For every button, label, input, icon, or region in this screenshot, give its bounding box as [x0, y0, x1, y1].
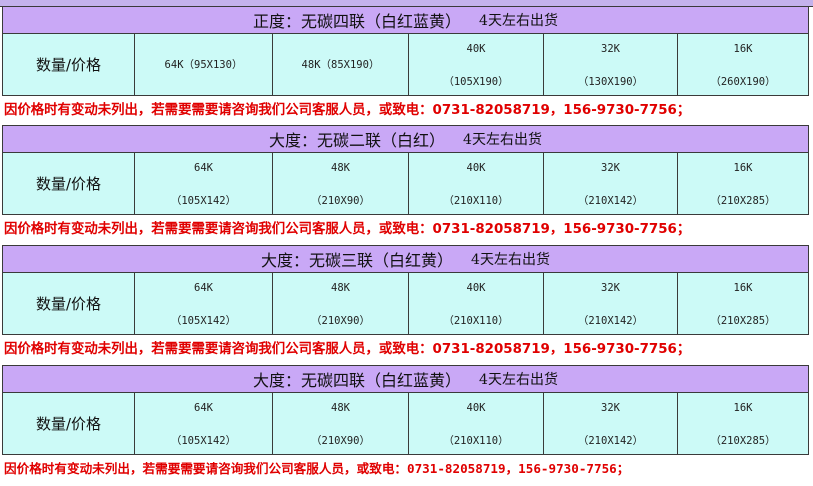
size-dimensions: （105X190）	[443, 76, 509, 88]
price-note: 因价格时有变动未列出，若需要需要请咨询我们公司客服人员，或致电：0731-820…	[4, 222, 691, 237]
size-dimensions: （210X90）	[311, 315, 370, 327]
size-dimensions: （210X285）	[710, 315, 776, 327]
price-note: 因价格时有变动未列出，若需要需要请咨询我们公司客服人员，或致电：0731-820…	[4, 460, 630, 476]
size-dimensions: （130X190）	[577, 76, 644, 88]
size-cell-40k: 40K （105X190）	[409, 34, 544, 96]
shipping-time: 4天左右出货	[471, 252, 550, 268]
size-dimensions: （105X142）	[170, 435, 237, 447]
size-cell-64k: 64K（95X130）	[135, 34, 273, 96]
size-cell-16k: 16K （260X190）	[678, 34, 809, 96]
size-name: 16K	[733, 282, 753, 294]
size-dimensions: （210X142）	[577, 315, 644, 327]
size-name: 32K	[601, 402, 620, 414]
price-sheet: 正度：无碳四联（白红蓝黄） 4天左右出货 数量/价格 64K（95X130） 48…	[0, 0, 813, 486]
price-row: 数量/价格 64K （105X142） 48K （210X90） 40K （210X1…	[2, 393, 809, 455]
size-name: 64K	[194, 402, 213, 414]
size-dimensions: （210X110）	[443, 315, 509, 327]
size-cell-48k: 48K （210X90）	[273, 273, 409, 335]
section-header: 大度：无碳二联（白红） 4天左右出货	[2, 125, 809, 153]
section-title: 正度：无碳四联（白红蓝黄）	[253, 12, 462, 31]
size-name: 40K	[466, 402, 486, 414]
size-name: 16K	[733, 43, 753, 55]
size-name: 48K	[331, 402, 350, 414]
size-cell-40k: 40K （210X110）	[409, 153, 544, 215]
size-cell-48k: 48K （210X90）	[273, 153, 409, 215]
price-row: 数量/价格 64K（95X130） 48K（85X190） 40K （105X19…	[2, 34, 809, 96]
size-name: 64K	[194, 162, 213, 174]
size-cell-32k: 32K （210X142）	[544, 153, 678, 215]
size-cell-40k: 40K （210X110）	[409, 393, 544, 455]
size-dimensions: （210X285）	[710, 435, 776, 447]
size-dimensions: （105X142）	[170, 315, 237, 327]
size-cell-64k: 64K （105X142）	[135, 153, 273, 215]
size-dimensions: （260X190）	[710, 76, 776, 88]
shipping-time: 4天左右出货	[479, 13, 558, 29]
size-cell-32k: 32K （130X190）	[544, 34, 678, 96]
size-name: 16K	[733, 402, 753, 414]
price-note: 因价格时有变动未列出，若需要需要请咨询我们公司客服人员，或致电：0731-820…	[4, 342, 691, 357]
size-cell-48k: 48K （210X90）	[273, 393, 409, 455]
size-text: 64K（95X130）	[164, 59, 243, 71]
size-name: 32K	[601, 43, 620, 55]
size-cell-16k: 16K （210X285）	[678, 273, 809, 335]
quantity-price-label: 数量/价格	[3, 273, 135, 335]
section-title: 大度：无碳三联（白红黄）	[261, 251, 454, 270]
quantity-price-label: 数量/价格	[3, 34, 135, 96]
size-cell-64k: 64K （105X142）	[135, 393, 273, 455]
price-note: 因价格时有变动未列出，若需要需要请咨询我们公司客服人员，或致电：0731-820…	[4, 103, 691, 118]
size-cell-64k: 64K （105X142）	[135, 273, 273, 335]
section-header: 正度：无碳四联（白红蓝黄） 4天左右出货	[2, 6, 809, 34]
price-row: 数量/价格 64K （105X142） 48K （210X90） 40K （210X1…	[2, 273, 809, 335]
section-title: 大度：无碳二联（白红）	[269, 131, 446, 150]
size-cell-16k: 16K （210X285）	[678, 153, 809, 215]
size-dimensions: （105X142）	[170, 195, 237, 207]
shipping-time: 4天左右出货	[463, 132, 542, 148]
size-cell-32k: 32K （210X142）	[544, 393, 678, 455]
quantity-price-label: 数量/价格	[3, 393, 135, 455]
size-name: 16K	[733, 162, 753, 174]
size-name: 40K	[466, 282, 486, 294]
size-dimensions: （210X110）	[443, 435, 509, 447]
size-name: 32K	[601, 282, 620, 294]
size-name: 40K	[466, 43, 486, 55]
size-cell-40k: 40K （210X110）	[409, 273, 544, 335]
size-name: 64K	[194, 282, 213, 294]
quantity-price-label: 数量/价格	[3, 153, 135, 215]
size-text: 48K（85X190）	[301, 59, 380, 71]
size-name: 32K	[601, 162, 620, 174]
section-header: 大度：无碳四联（白红蓝黄） 4天左右出货	[2, 365, 809, 393]
size-cell-48k: 48K（85X190）	[273, 34, 409, 96]
size-dimensions: （210X142）	[577, 435, 644, 447]
price-row: 数量/价格 64K （105X142） 48K （210X90） 40K （210X1…	[2, 153, 809, 215]
size-cell-32k: 32K （210X142）	[544, 273, 678, 335]
size-dimensions: （210X90）	[311, 195, 370, 207]
size-name: 48K	[331, 282, 350, 294]
size-cell-16k: 16K （210X285）	[678, 393, 809, 455]
size-name: 48K	[331, 162, 350, 174]
size-dimensions: （210X142）	[577, 195, 644, 207]
size-dimensions: （210X110）	[443, 195, 509, 207]
size-name: 40K	[466, 162, 486, 174]
section-header: 大度：无碳三联（白红黄） 4天左右出货	[2, 245, 809, 273]
shipping-time: 4天左右出货	[479, 372, 558, 388]
size-dimensions: （210X285）	[710, 195, 776, 207]
section-title: 大度：无碳四联（白红蓝黄）	[253, 371, 462, 390]
size-dimensions: （210X90）	[311, 435, 370, 447]
